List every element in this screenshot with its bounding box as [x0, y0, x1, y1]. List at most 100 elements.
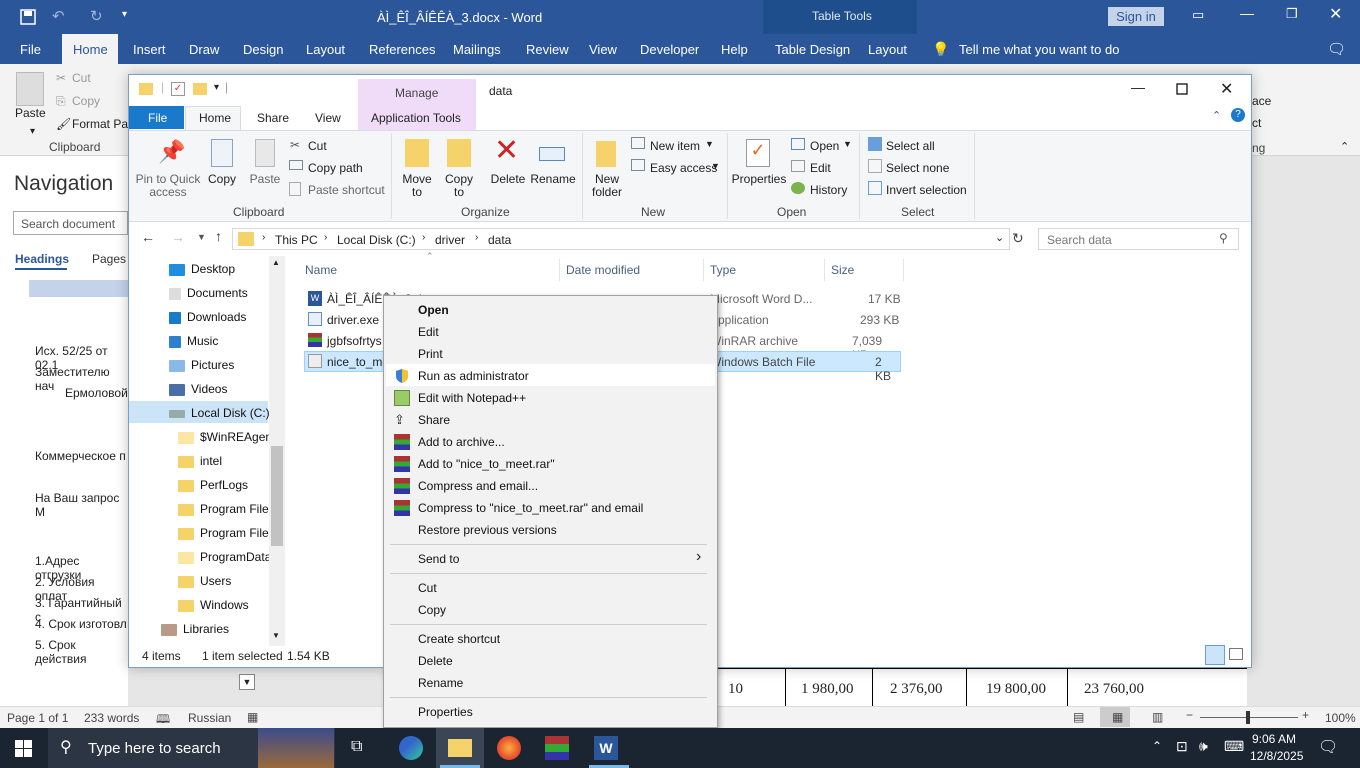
comments-icon[interactable]: 🗨 — [1327, 40, 1346, 58]
keyboard-icon[interactable]: ⌨ — [1224, 738, 1244, 755]
task-view-icon[interactable]: ⧉ — [351, 738, 362, 756]
tree-item-winreagent[interactable]: $WinREAgent — [178, 430, 275, 444]
tree-item-documents[interactable]: Documents — [169, 286, 248, 300]
language[interactable]: Russian — [188, 711, 231, 725]
pin-quick-access-button[interactable]: Pin to Quick access — [133, 173, 203, 199]
accessibility-icon[interactable]: ▦ — [247, 710, 258, 724]
invert-selection-button[interactable]: Invert selection — [886, 183, 967, 197]
zoom-in-icon[interactable]: + — [1302, 708, 1309, 722]
menu-item-run-as-admin[interactable]: Run as administrator — [418, 369, 529, 383]
address-dropdown-icon[interactable]: ⌄ — [995, 231, 1004, 244]
col-size[interactable]: Size — [831, 263, 854, 277]
volume-icon[interactable]: 🕪 — [1199, 738, 1208, 755]
paste-shortcut-button[interactable]: Paste shortcut — [308, 183, 385, 197]
rename-button[interactable]: Rename — [529, 173, 577, 186]
select-none-button[interactable]: Select none — [886, 161, 949, 175]
nav-options-dropdown[interactable]: ▼ — [239, 674, 255, 690]
redo-icon[interactable]: ↻ — [90, 7, 103, 25]
refresh-icon[interactable]: ↻ — [1012, 230, 1024, 247]
tab-view[interactable]: View — [589, 42, 617, 57]
collapse-ribbon-icon[interactable]: ⌃ — [1340, 140, 1349, 153]
tab-application-tools[interactable]: Application Tools — [371, 111, 461, 125]
tree-item-pictures[interactable]: Pictures — [169, 358, 234, 372]
paste-dropdown-icon[interactable]: ▾ — [30, 126, 35, 137]
select-fragment[interactable]: ct — [1252, 116, 1261, 130]
show-hidden-icons-icon[interactable]: ⌃ — [1152, 739, 1162, 753]
close-icon[interactable]: ✕ — [1220, 79, 1233, 99]
customize-qat-icon[interactable]: ▾ — [122, 9, 127, 20]
file-explorer-taskbar-icon[interactable] — [448, 739, 472, 757]
tree-item-windows[interactable]: Windows — [178, 598, 249, 612]
history-button[interactable]: History — [810, 183, 847, 197]
search-icon[interactable]: ⚲ — [1219, 231, 1228, 245]
zoom-thumb[interactable] — [1246, 711, 1250, 724]
new-folder-button[interactable]: New folder — [587, 173, 627, 199]
help-icon[interactable]: ? — [1231, 108, 1245, 122]
tab-view[interactable]: View — [315, 111, 341, 125]
delete-button[interactable]: Delete — [487, 173, 529, 186]
ribbon-display-icon[interactable]: ▭ — [1192, 7, 1204, 23]
details-view-icon[interactable] — [1205, 645, 1225, 665]
menu-item-send-to[interactable]: Send to — [418, 552, 459, 566]
maximize-icon[interactable] — [1176, 83, 1188, 95]
tree-item-intel[interactable]: intel — [178, 454, 222, 468]
breadcrumb-data[interactable]: data — [488, 233, 511, 247]
tab-file[interactable]: File — [148, 111, 167, 125]
menu-item-cut[interactable]: Cut — [418, 581, 437, 595]
taskbar-search-box[interactable]: ⚲ Type here to search — [48, 728, 335, 768]
tab-layout[interactable]: Layout — [306, 42, 345, 57]
up-icon[interactable]: ↑ — [215, 228, 222, 244]
breadcrumb-chevron[interactable]: › — [324, 232, 327, 243]
menu-item-share[interactable]: Share — [418, 413, 450, 427]
format-painter-button[interactable]: Format Pa — [72, 117, 128, 131]
select-all-button[interactable]: Select all — [886, 139, 935, 153]
col-name[interactable]: Name — [305, 263, 337, 277]
paste-button[interactable]: Paste — [246, 173, 284, 186]
menu-item-delete[interactable]: Delete — [418, 654, 453, 668]
open-dropdown-icon[interactable]: ▼ — [843, 139, 852, 149]
nav-search-input[interactable]: Search document — [13, 211, 128, 235]
read-mode-icon[interactable]: ▤ — [1073, 710, 1084, 724]
replace-fragment[interactable]: ace — [1252, 94, 1271, 108]
open-button[interactable]: Open — [810, 139, 839, 153]
menu-item-restore-versions[interactable]: Restore previous versions — [418, 523, 557, 537]
menu-item-edit-notepadpp[interactable]: Edit with Notepad++ — [418, 391, 526, 405]
notifications-icon[interactable]: 🗨 — [1318, 737, 1338, 757]
sign-in-button[interactable]: Sign in — [1108, 7, 1164, 26]
tree-item-downloads[interactable]: Downloads — [169, 310, 246, 324]
scroll-thumb[interactable] — [271, 446, 283, 546]
paste-label[interactable]: Paste — [15, 106, 46, 120]
nav-tab-headings[interactable]: Headings — [15, 252, 69, 266]
web-layout-icon[interactable]: ▥ — [1152, 710, 1163, 724]
menu-item-copy[interactable]: Copy — [418, 603, 446, 617]
scroll-up-icon[interactable]: ▲ — [272, 258, 280, 267]
properties-qat-icon[interactable]: ✓ — [171, 82, 185, 96]
tab-draw[interactable]: Draw — [189, 42, 219, 57]
network-icon[interactable]: ⊡ — [1176, 738, 1188, 755]
edit-button[interactable]: Edit — [810, 161, 831, 175]
menu-item-open[interactable]: Open — [418, 303, 449, 317]
back-icon[interactable]: ← — [141, 229, 155, 245]
menu-item-create-shortcut[interactable]: Create shortcut — [418, 632, 500, 646]
zoom-level[interactable]: 100% — [1325, 711, 1356, 725]
search-input[interactable]: Search data ⚲ — [1038, 228, 1239, 250]
edge-icon[interactable] — [399, 736, 423, 760]
page-count[interactable]: Page 1 of 1 — [7, 711, 68, 725]
zoom-out-icon[interactable]: − — [1186, 708, 1193, 722]
tree-item-program-files-x86[interactable]: Program Files — [178, 526, 275, 540]
undo-icon[interactable]: ↶ — [52, 7, 65, 25]
word-copy-button[interactable]: Copy — [72, 94, 100, 108]
qat-dropdown-icon[interactable]: ▾ — [214, 82, 219, 93]
paste-icon[interactable] — [16, 72, 44, 106]
breadcrumb-chevron[interactable]: › — [262, 232, 265, 243]
collapse-ribbon-icon[interactable]: ⌃ — [1212, 109, 1221, 122]
menu-item-edit[interactable]: Edit — [418, 325, 439, 339]
tab-help[interactable]: Help — [721, 42, 748, 57]
col-type[interactable]: Type — [710, 263, 736, 277]
scroll-down-icon[interactable]: ▼ — [272, 631, 280, 640]
word-cut-button[interactable]: Cut — [72, 71, 91, 85]
tree-item-users[interactable]: Users — [178, 574, 231, 588]
tab-home[interactable]: Home — [199, 111, 231, 125]
move-to-button[interactable]: Move to — [397, 173, 437, 199]
close-icon[interactable]: ✕ — [1329, 4, 1342, 24]
